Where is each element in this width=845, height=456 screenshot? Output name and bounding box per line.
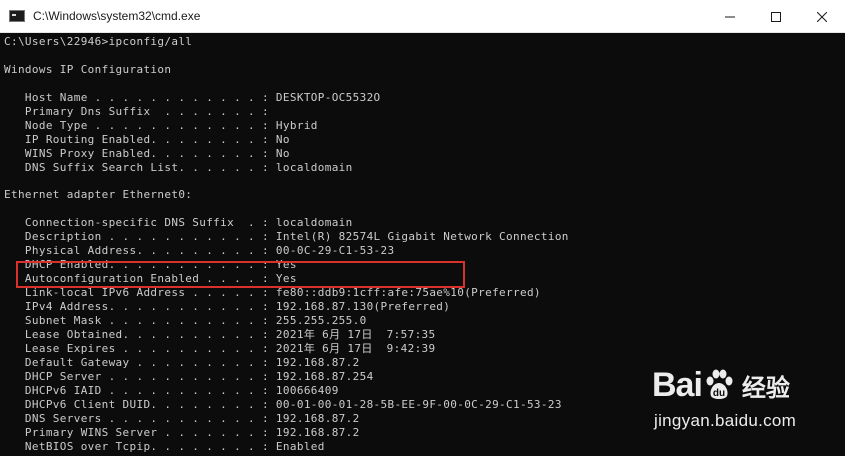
console-line: Link-local IPv6 Address . . . . . : fe80… xyxy=(4,286,541,300)
console-line: DHCP Enabled. . . . . . . . . . . : Yes xyxy=(4,258,297,272)
close-icon xyxy=(817,11,827,22)
console-line: IPv4 Address. . . . . . . . . . . : 192.… xyxy=(4,300,451,314)
console-line: Ethernet adapter Ethernet0: xyxy=(4,188,193,202)
window-title: C:\Windows\system32\cmd.exe xyxy=(33,9,201,23)
cmd-icon xyxy=(9,10,25,22)
console-line: Default Gateway . . . . . . . . . : 192.… xyxy=(4,355,360,369)
maximize-button[interactable] xyxy=(753,0,799,33)
console-line: Description . . . . . . . . . . . : Inte… xyxy=(4,230,569,244)
console-line: C:\Users\22946>ipconfig/all xyxy=(4,35,193,48)
console-line: Subnet Mask . . . . . . . . . . . : 255.… xyxy=(4,314,367,327)
console-line: DNS Servers . . . . . . . . . . . : 192.… xyxy=(4,411,360,425)
console-line: Autoconfiguration Enabled . . . . : Yes xyxy=(4,272,297,286)
console-line: DHCPv6 Client DUID. . . . . . . . : 00-0… xyxy=(4,397,562,411)
console-line: Connection-specific DNS Suffix . : local… xyxy=(4,216,353,230)
console-line: IP Routing Enabled. . . . . . . . : No xyxy=(4,132,290,146)
console-line: Primary Dns Suffix . . . . . . . : xyxy=(4,104,269,118)
window-controls xyxy=(707,0,845,33)
console-line: WINS Proxy Enabled. . . . . . . . : No xyxy=(4,146,290,160)
cmd-window: C:\Windows\system32\cmd.exe C:\Users\229… xyxy=(0,0,845,456)
minimize-button[interactable] xyxy=(707,0,753,33)
console-line: Windows IP Configuration xyxy=(4,62,172,76)
maximize-icon xyxy=(771,11,781,22)
console-line: Primary WINS Server . . . . . . . : 192.… xyxy=(4,425,360,439)
console-line: DNS Suffix Search List. . . . . . : loca… xyxy=(4,160,353,174)
console-line: Node Type . . . . . . . . . . . . : Hybr… xyxy=(4,118,318,132)
console-line: Lease Obtained. . . . . . . . . . : 2021… xyxy=(4,327,436,341)
console-line: Host Name . . . . . . . . . . . . : DESK… xyxy=(4,90,381,104)
console-line: DHCP Server . . . . . . . . . . . : 192.… xyxy=(4,369,374,383)
console-output[interactable]: C:\Users\22946>ipconfig/all Windows IP Co… xyxy=(0,33,845,456)
minimize-icon xyxy=(725,16,735,17)
console-line: DHCPv6 IAID . . . . . . . . . . . : 1006… xyxy=(4,383,339,397)
console-line: Physical Address. . . . . . . . . : 00-0… xyxy=(4,244,395,258)
close-button[interactable] xyxy=(799,0,845,33)
console-line: Lease Expires . . . . . . . . . . : 2021… xyxy=(4,341,436,355)
title-bar[interactable]: C:\Windows\system32\cmd.exe xyxy=(0,0,845,33)
console-line: NetBIOS over Tcpip. . . . . . . . : Enab… xyxy=(4,439,325,453)
